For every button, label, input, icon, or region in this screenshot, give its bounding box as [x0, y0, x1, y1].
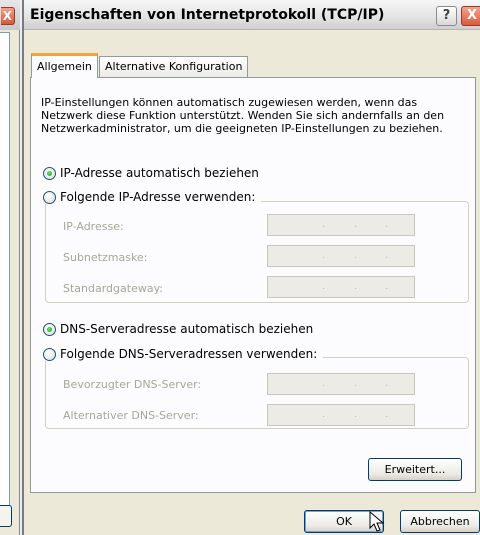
tab-panel-general: IP-Einstellungen können automatisch zuge… [30, 77, 476, 493]
tab-allgemein[interactable]: Allgemein [31, 53, 98, 78]
help-button[interactable]: ? [436, 6, 457, 26]
cancel-button[interactable]: Abbrechen [400, 510, 480, 533]
tab-alternative-konfiguration[interactable]: Alternative Konfiguration [99, 56, 249, 77]
preferred-dns-input[interactable]: ... [267, 373, 415, 395]
background-button[interactable] [0, 505, 12, 527]
title-bar[interactable]: Eigenschaften von Internetprotokoll (TCP… [24, 0, 480, 30]
ip-auto-radio[interactable] [43, 166, 56, 180]
default-gateway-input[interactable]: ... [267, 276, 415, 298]
dns-auto-radio[interactable] [43, 322, 56, 336]
dns-auto-label: DNS-Serveradresse automatisch beziehen [60, 322, 314, 336]
ip-manual-label: Folgende IP-Adresse verwenden: [60, 190, 256, 204]
default-gateway-label: Standardgateway: [63, 282, 163, 295]
subnet-mask-input[interactable]: ... [267, 245, 415, 267]
close-button[interactable]: X [461, 6, 480, 26]
background-window: X [0, 0, 20, 535]
ip-manual-radio[interactable] [43, 190, 56, 204]
mouse-cursor-icon [369, 511, 385, 532]
ip-manual-option[interactable]: Folgende IP-Adresse verwenden: [43, 190, 262, 204]
alternate-dns-label: Alternativer DNS-Server: [63, 409, 199, 422]
subnet-mask-label: Subnetzmaske: [63, 251, 148, 264]
ip-address-input[interactable]: ... [267, 214, 415, 236]
info-text: IP-Einstellungen können automatisch zuge… [41, 96, 445, 135]
ip-auto-option[interactable]: IP-Adresse automatisch beziehen [43, 166, 259, 180]
background-close-button[interactable]: X [1, 7, 15, 25]
ip-auto-label: IP-Adresse automatisch beziehen [60, 166, 259, 180]
dialog-title: Eigenschaften von Internetprotokoll (TCP… [30, 7, 385, 23]
preferred-dns-label: Bevorzugter DNS-Server: [63, 378, 202, 391]
ip-address-label: IP-Adresse: [63, 220, 124, 233]
alternate-dns-input[interactable]: ... [267, 404, 415, 426]
dns-manual-label: Folgende DNS-Serveradressen verwenden: [60, 347, 318, 361]
dns-auto-option[interactable]: DNS-Serveradresse automatisch beziehen [43, 322, 313, 336]
dns-manual-radio[interactable] [43, 347, 56, 361]
tcpip-properties-dialog: Eigenschaften von Internetprotokoll (TCP… [22, 0, 480, 535]
dns-manual-option[interactable]: Folgende DNS-Serveradressen verwenden: [43, 347, 324, 361]
background-panel [0, 32, 10, 510]
advanced-button[interactable]: Erweitert... [368, 458, 462, 481]
